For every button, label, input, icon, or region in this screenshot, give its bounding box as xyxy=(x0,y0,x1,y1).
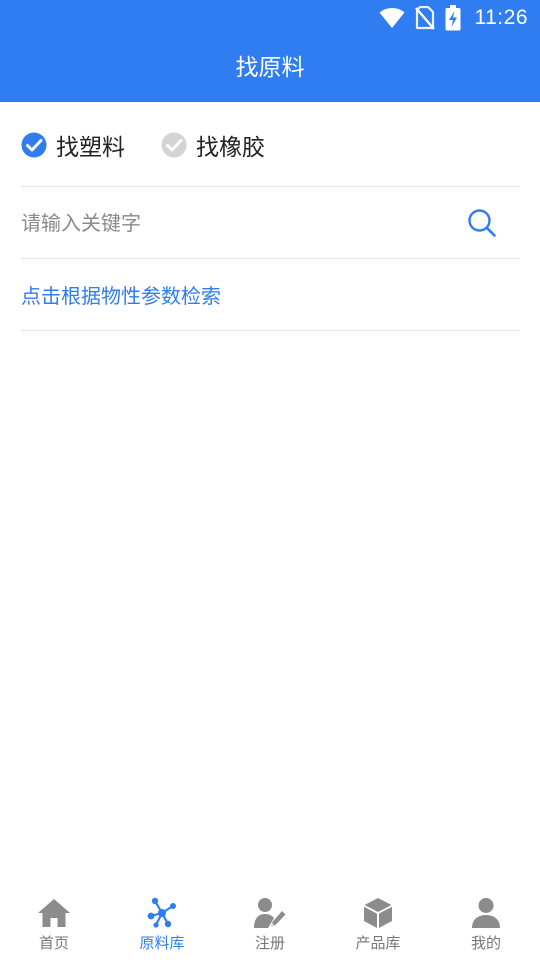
nav-label: 注册 xyxy=(254,934,285,952)
user-edit-icon xyxy=(254,898,286,928)
status-bar: 11:26 xyxy=(0,0,540,36)
divider xyxy=(21,258,520,259)
radio-plastic-label: 找塑料 xyxy=(56,135,125,161)
home-icon xyxy=(38,899,70,927)
battery-charging-icon xyxy=(445,5,460,31)
divider xyxy=(21,330,520,331)
nav-item-products[interactable]: 产品库 xyxy=(324,882,432,960)
app-header: 11:26 找原料 xyxy=(0,0,540,102)
nav-label: 我的 xyxy=(470,934,501,952)
nav-item-me[interactable]: 我的 xyxy=(432,882,540,960)
material-type-selector: 找塑料 找橡胶 xyxy=(21,120,301,170)
box-icon xyxy=(364,898,392,928)
page-title: 找原料 xyxy=(235,55,305,81)
search-icon xyxy=(468,209,496,237)
status-icons: 11:26 xyxy=(379,5,529,31)
radio-rubber-label: 找橡胶 xyxy=(196,135,265,161)
radio-rubber[interactable]: 找橡胶 xyxy=(161,128,265,162)
bottom-nav: 首页 原料库 注册 产品库 我的 xyxy=(0,882,540,960)
radio-plastic[interactable]: 找塑料 xyxy=(21,128,125,162)
checked-circle-icon xyxy=(21,132,47,158)
person-icon xyxy=(472,898,500,928)
nav-label: 首页 xyxy=(38,934,69,952)
molecule-icon xyxy=(147,897,176,928)
wifi-icon xyxy=(379,8,404,28)
search-button[interactable] xyxy=(462,203,502,243)
divider xyxy=(21,186,520,187)
unchecked-circle-icon xyxy=(161,132,187,158)
nav-label: 原料库 xyxy=(139,934,185,952)
nav-item-register[interactable]: 注册 xyxy=(216,882,324,960)
no-sim-icon xyxy=(414,6,435,30)
raw-material-screen: 11:26 找原料 找塑料 找橡胶 请输入关键字 点击根据物性参数检索 首页 原… xyxy=(0,0,540,960)
property-search-link[interactable]: 点击根据物性参数检索 xyxy=(21,276,221,316)
nav-label: 产品库 xyxy=(355,934,401,952)
search-bar xyxy=(21,188,520,258)
nav-item-raw-materials[interactable]: 原料库 xyxy=(108,882,216,960)
status-time: 11:26 xyxy=(474,6,528,29)
search-input[interactable] xyxy=(21,203,462,243)
nav-item-home[interactable]: 首页 xyxy=(0,882,108,960)
